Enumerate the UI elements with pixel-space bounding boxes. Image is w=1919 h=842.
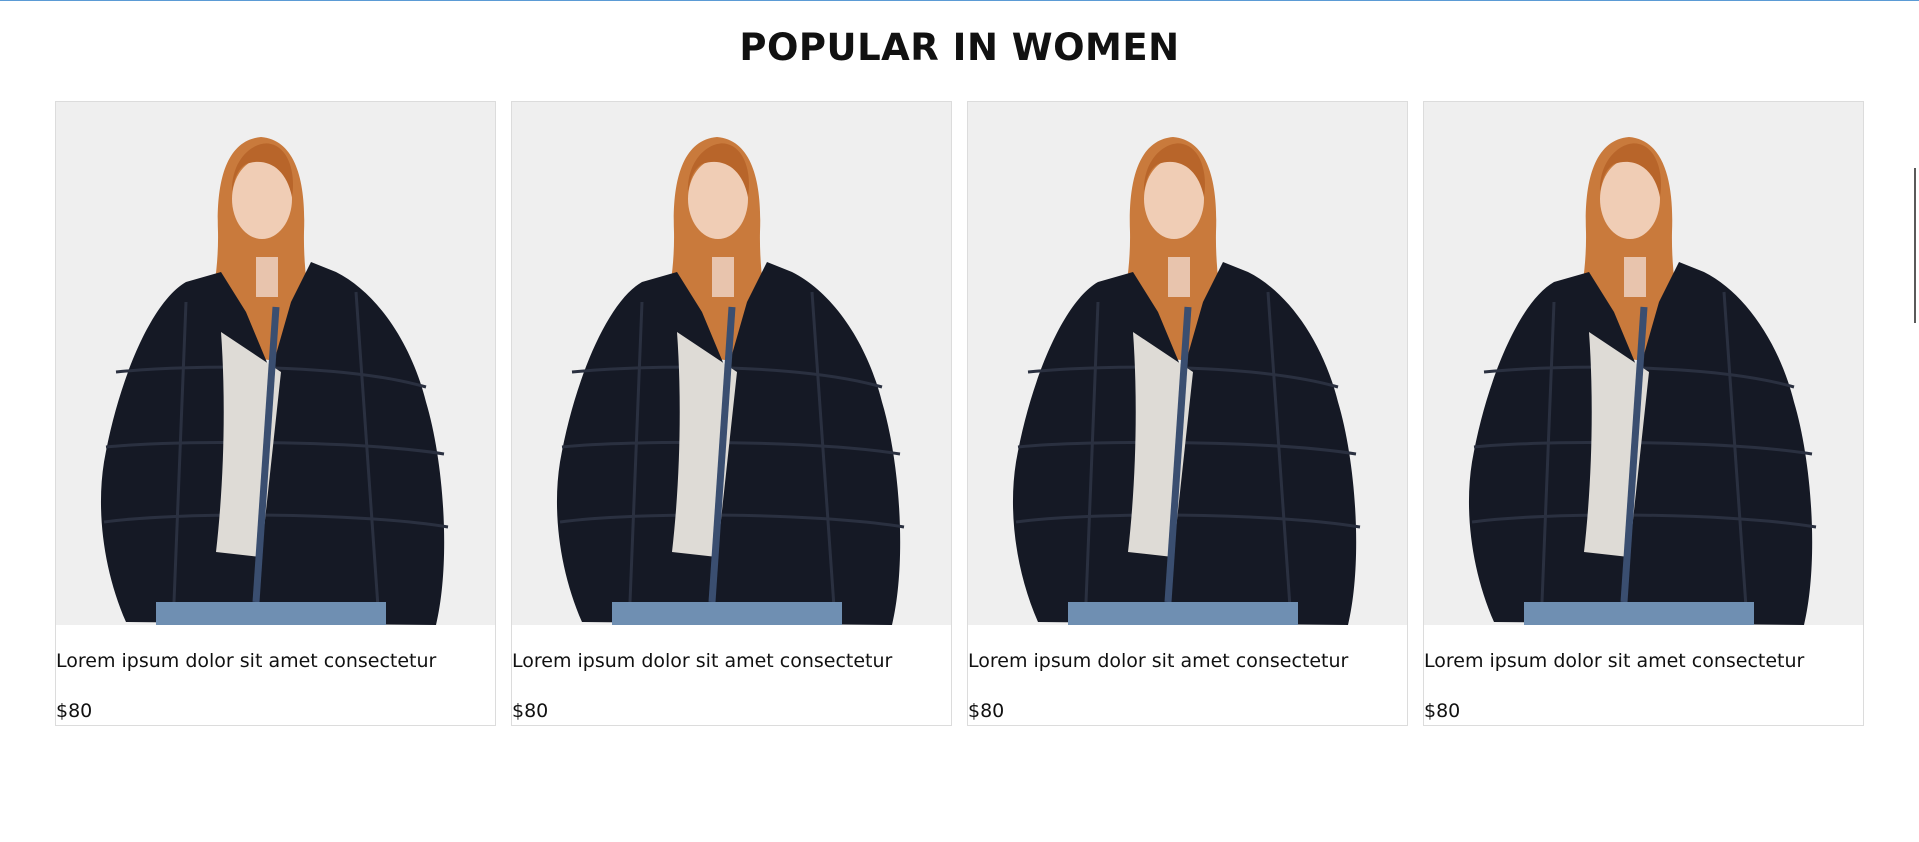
top-accent-line <box>0 0 1919 1</box>
product-image[interactable] <box>512 102 951 625</box>
product-title[interactable]: Lorem ipsum dolor sit amet consectetur <box>512 650 892 672</box>
product-card[interactable]: Lorem ipsum dolor sit amet consectetur $… <box>55 101 496 726</box>
product-card[interactable]: Lorem ipsum dolor sit amet consectetur $… <box>1423 101 1864 726</box>
product-price: $80 <box>968 700 1005 722</box>
product-image[interactable] <box>56 102 495 625</box>
product-title[interactable]: Lorem ipsum dolor sit amet consectetur <box>968 650 1348 672</box>
product-title[interactable]: Lorem ipsum dolor sit amet consectetur <box>1424 650 1804 672</box>
product-image[interactable] <box>968 102 1407 625</box>
product-price: $80 <box>1424 700 1461 722</box>
woman-fur-jacket-photo <box>1424 102 1863 625</box>
product-price: $80 <box>56 700 93 722</box>
product-card[interactable]: Lorem ipsum dolor sit amet consectetur $… <box>511 101 952 726</box>
product-price: $80 <box>512 700 549 722</box>
woman-fur-jacket-photo <box>968 102 1407 625</box>
woman-fur-jacket-photo <box>56 102 495 625</box>
product-title[interactable]: Lorem ipsum dolor sit amet consectetur <box>56 650 436 672</box>
scrollbar-thumb[interactable] <box>1914 168 1916 323</box>
product-image[interactable] <box>1424 102 1863 625</box>
product-card[interactable]: Lorem ipsum dolor sit amet consectetur $… <box>967 101 1408 726</box>
woman-fur-jacket-photo <box>512 102 951 625</box>
section-title: POPULAR IN WOMEN <box>739 26 1180 69</box>
